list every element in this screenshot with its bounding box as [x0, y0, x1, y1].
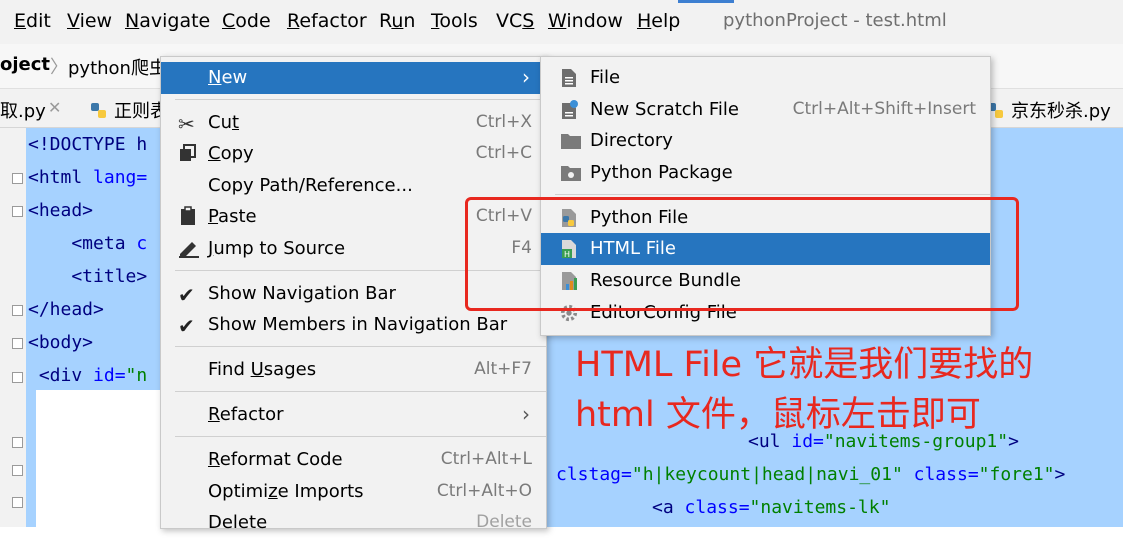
tab-right-label: 京东秒杀.py	[1011, 101, 1111, 122]
code-line: <!DOCTYPE h	[28, 134, 148, 155]
title-accent-bar	[678, 0, 734, 3]
menu-code[interactable]: Code	[222, 10, 271, 32]
fold-marker-icon[interactable]	[12, 206, 23, 217]
breadcrumb-folder[interactable]: python爬虫	[68, 54, 160, 80]
menu-tools[interactable]: Tools	[431, 10, 478, 32]
scratch-file-icon	[562, 100, 578, 119]
fold-marker-icon[interactable]	[12, 372, 23, 383]
submenu-item-new-scratch-file[interactable]: New Scratch File Ctrl+Alt+Shift+Insert	[541, 94, 990, 126]
code-line: </head>	[28, 299, 104, 320]
fold-marker-icon[interactable]	[12, 465, 23, 476]
submenu-item-label: File	[590, 67, 621, 88]
menu-item-new[interactable]: New ›	[161, 62, 546, 94]
close-icon[interactable]: ✕	[48, 98, 61, 117]
highlight-box	[465, 197, 1019, 311]
submenu-item-shortcut: Ctrl+Alt+Shift+Insert	[792, 99, 976, 119]
tab-left[interactable]: 取.py	[0, 97, 46, 123]
code-line: <html lang=	[28, 167, 148, 188]
menu-item-refactor[interactable]: Refactor ›	[161, 399, 546, 431]
menu-view[interactable]: View	[67, 10, 112, 32]
check-icon: ✔	[178, 314, 195, 338]
menu-item-label: Reformat Code	[208, 449, 343, 470]
menu-item-label: New	[208, 67, 248, 88]
menu-item-shortcut: Ctrl+X	[475, 112, 532, 132]
menu-item-label: Find Usages	[208, 359, 317, 380]
tab-middle[interactable]: 正则表	[90, 97, 168, 123]
submenu-item-label: New Scratch File	[590, 99, 739, 120]
clipboard-icon	[178, 206, 198, 231]
menu-refactor[interactable]: Refactor	[287, 10, 367, 32]
annotation-line-2: html 文件，鼠标左击即可	[575, 395, 981, 435]
menu-separator	[175, 436, 546, 437]
breadcrumb-separator-icon: 〉	[50, 57, 68, 78]
package-icon	[561, 166, 581, 181]
menu-separator	[175, 346, 546, 347]
fold-marker-icon[interactable]	[12, 437, 23, 448]
submenu-item-label: Directory	[590, 130, 673, 151]
tab-right[interactable]: 京东秒杀.py	[987, 97, 1111, 123]
menu-item-shortcut: Delete	[476, 512, 532, 532]
menu-window[interactable]: Window	[548, 10, 623, 32]
menu-separator	[175, 99, 546, 100]
check-icon: ✔	[178, 283, 195, 307]
menu-item-copy[interactable]: Copy Ctrl+C	[161, 138, 546, 170]
menu-edit[interactable]: Edit	[14, 10, 51, 32]
copy-icon	[178, 143, 198, 168]
menu-item-label: Paste	[208, 206, 257, 227]
menu-item-shortcut: Alt+F7	[474, 359, 532, 379]
menu-item-delete[interactable]: Delete Delete	[161, 507, 546, 539]
folder-icon	[561, 134, 581, 149]
chevron-right-icon: ›	[522, 402, 530, 426]
menu-separator	[175, 391, 546, 392]
menu-separator	[555, 194, 990, 195]
pencil-icon	[178, 238, 200, 263]
menu-bar: Edit View Navigate Code Refactor Run Too…	[0, 0, 1123, 44]
menu-item-find-usages[interactable]: Find Usages Alt+F7	[161, 354, 546, 386]
code-line: <title>	[28, 266, 148, 287]
submenu-item-directory[interactable]: Directory	[541, 125, 990, 157]
window-title: pythonProject - test.html	[723, 10, 947, 31]
menu-item-label: Copy	[208, 143, 254, 164]
menu-item-label: Delete	[208, 512, 268, 533]
code-line: clstag="h|keycount|head|navi_01" class="…	[556, 464, 1066, 485]
chevron-right-icon: ›	[522, 65, 530, 89]
menu-item-shortcut: Ctrl+Alt+O	[436, 481, 532, 501]
submenu-item-python-package[interactable]: Python Package	[541, 157, 990, 189]
menu-run[interactable]: Run	[379, 10, 415, 32]
menu-item-reformat-code[interactable]: Reformat Code Ctrl+Alt+L	[161, 444, 546, 476]
menu-item-label: Refactor	[208, 404, 284, 425]
menu-item-shortcut: Ctrl+Alt+L	[440, 449, 532, 469]
menu-vcs[interactable]: VCS	[496, 10, 534, 32]
scissors-icon: ✂	[178, 112, 195, 136]
fold-marker-icon[interactable]	[12, 173, 23, 184]
fold-marker-icon[interactable]	[12, 305, 23, 316]
file-icon	[562, 69, 576, 87]
code-line: <a class="navitems-lk"	[652, 497, 891, 518]
python-file-icon	[91, 103, 106, 118]
code-line: <body>	[28, 332, 94, 353]
menu-help[interactable]: Help	[637, 10, 680, 32]
code-line: <head>	[28, 200, 94, 221]
fold-marker-icon[interactable]	[12, 497, 23, 508]
menu-item-label: Jump to Source	[208, 238, 346, 259]
breadcrumb-project[interactable]: oject	[0, 54, 50, 75]
fold-marker-icon[interactable]	[12, 338, 23, 349]
menu-item-optimize-imports[interactable]: Optimize Imports Ctrl+Alt+O	[161, 476, 546, 508]
code-line: <div id="n	[28, 365, 148, 386]
menu-item-cut[interactable]: ✂ Cut Ctrl+X	[161, 107, 546, 139]
menu-item-show-members[interactable]: ✔ Show Members in Navigation Bar	[161, 309, 546, 341]
code-line: <meta c	[28, 233, 148, 254]
menu-item-label: Optimize Imports	[208, 481, 364, 502]
menu-navigate[interactable]: Navigate	[125, 10, 210, 32]
menu-item-label: Show Navigation Bar	[208, 283, 396, 304]
menu-item-label: Cut	[208, 112, 240, 133]
menu-item-label: Show Members in Navigation Bar	[208, 314, 508, 335]
menu-item-shortcut: Ctrl+C	[475, 143, 532, 163]
submenu-item-file[interactable]: File	[541, 62, 990, 94]
submenu-item-label: Python Package	[590, 162, 733, 183]
annotation-line-1: HTML File 它就是我们要找的	[575, 345, 1034, 385]
menu-item-label: Copy Path/Reference...	[208, 175, 413, 196]
